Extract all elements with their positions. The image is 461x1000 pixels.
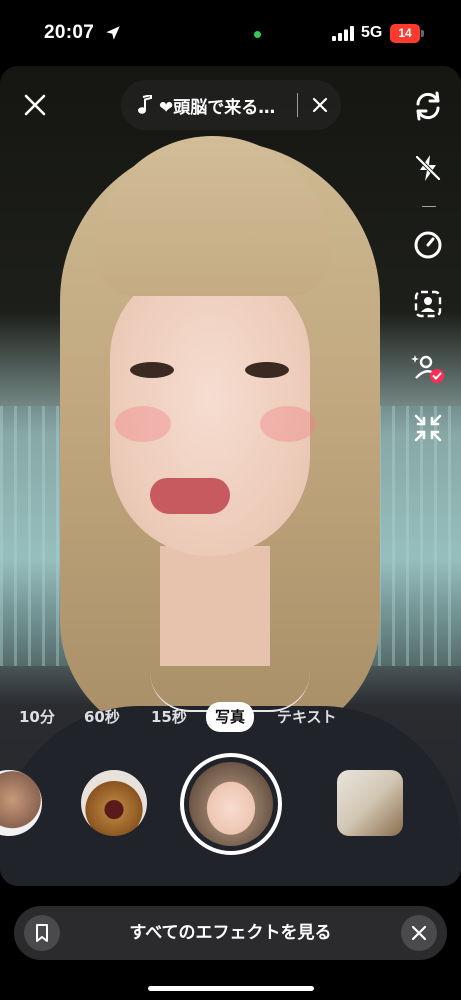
pill-divider bbox=[297, 93, 298, 117]
battery-tip bbox=[421, 30, 424, 37]
signal-bars-icon bbox=[332, 26, 354, 41]
beauty-icon[interactable] bbox=[408, 348, 448, 388]
add-sound-pill[interactable]: ❤頭脳で来る… bbox=[121, 80, 341, 130]
network-type: 5G bbox=[361, 24, 383, 41]
rail-divider bbox=[422, 206, 436, 207]
home-indicator[interactable] bbox=[148, 986, 314, 991]
effect-beauty-face[interactable] bbox=[189, 762, 273, 846]
close-icon[interactable] bbox=[22, 92, 48, 118]
mode-tab-photo[interactable]: 写真 bbox=[206, 702, 255, 732]
effect-bear-shirt[interactable] bbox=[337, 770, 403, 836]
bookmark-icon[interactable] bbox=[24, 915, 60, 951]
collapse-icon[interactable] bbox=[408, 408, 448, 448]
mode-tab-15sec[interactable]: 15秒 bbox=[151, 702, 187, 732]
status-bar: 20:07 5G 14 bbox=[0, 0, 461, 64]
flip-camera-icon[interactable] bbox=[408, 86, 448, 126]
see-all-effects-button[interactable]: すべてのエフェクトを見る bbox=[14, 906, 447, 960]
close-effects-icon[interactable] bbox=[401, 915, 437, 951]
mode-tab-60sec[interactable]: 60秒 bbox=[84, 702, 120, 732]
timer-icon[interactable] bbox=[408, 224, 448, 264]
sound-title: ❤頭脳で来る… bbox=[159, 97, 276, 118]
status-time: 20:07 bbox=[44, 22, 95, 43]
subject-neck bbox=[160, 546, 270, 666]
effects-bottom-bar: すべてのエフェクトを見る bbox=[14, 906, 447, 960]
flash-off-icon[interactable] bbox=[408, 148, 448, 188]
mode-tab-10min[interactable]: 10分 bbox=[19, 702, 55, 732]
privacy-indicator-dot bbox=[254, 31, 261, 38]
camera-screen: 20:07 5G 14 ❤頭脳で来る… 10分 60秒 15秒 写真 テキスト … bbox=[0, 0, 461, 1000]
subject-cheek-right bbox=[260, 406, 316, 442]
location-arrow-icon bbox=[106, 26, 120, 40]
subject-eye-left bbox=[130, 362, 174, 378]
subject-lips bbox=[150, 478, 230, 514]
face-frame-icon[interactable] bbox=[408, 284, 448, 324]
mode-tab-text[interactable]: テキスト bbox=[277, 702, 337, 732]
subject-cheek-left bbox=[115, 406, 171, 442]
capture-mode-tabs: 10分 60秒 15秒 写真 テキスト bbox=[0, 702, 461, 732]
effect-dog-face[interactable] bbox=[81, 770, 147, 836]
remove-sound-icon[interactable] bbox=[312, 97, 328, 113]
subject-eye-right bbox=[245, 362, 289, 378]
battery-icon: 14 bbox=[390, 24, 420, 43]
music-note-icon bbox=[138, 95, 152, 114]
